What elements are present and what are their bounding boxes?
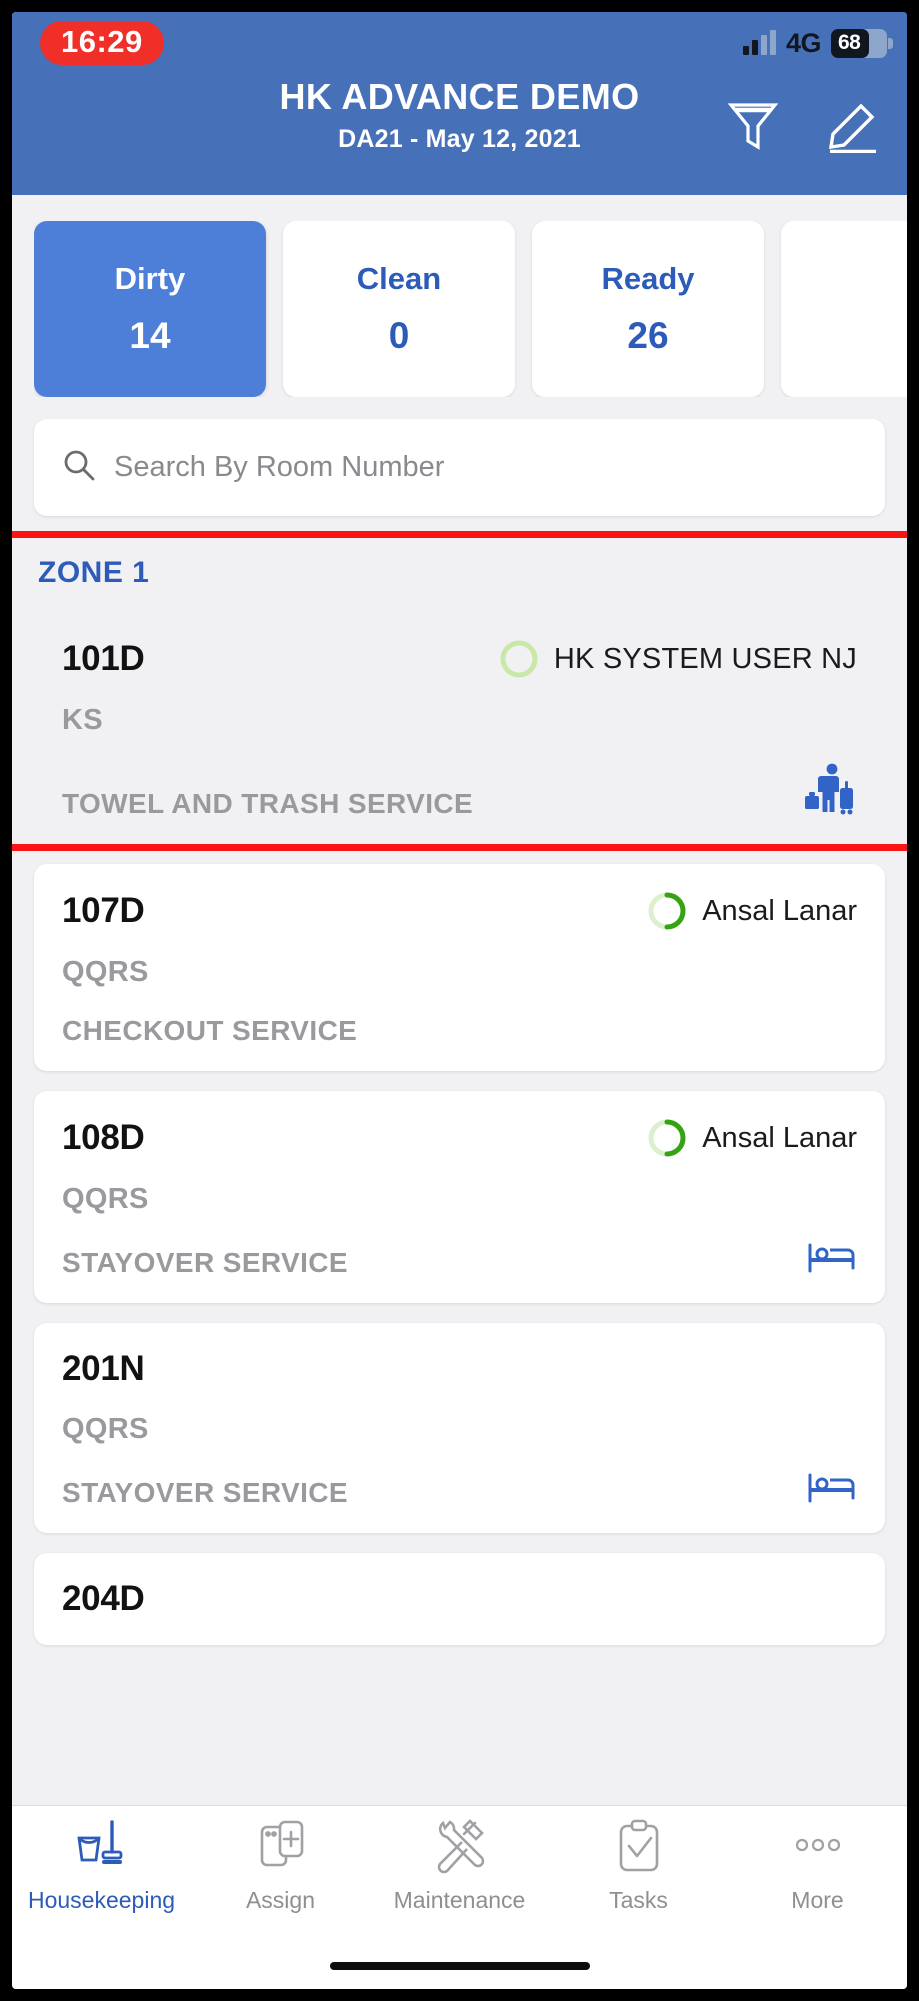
guest-luggage-icon (803, 763, 857, 820)
tab-label: Ready (601, 261, 695, 296)
progress-ring-icon (498, 638, 540, 680)
tab-count: 26 (627, 315, 669, 356)
room-card-101D[interactable]: 101D HK SYSTEM USER NJ KS TOWEL AND TRAS… (34, 612, 885, 844)
assignee-name: HK SYSTEM USER NJ (553, 642, 857, 675)
room-service-type: STAYOVER SERVICE (62, 1247, 348, 1278)
tab-label: Clean (356, 261, 442, 296)
nav-item-maintenance[interactable]: Maintenance (370, 1818, 549, 1914)
phone-screen: 16:29 4G 68 HK ADVANCE DEMO DA21 - May 1… (12, 12, 907, 1989)
status-bar: 16:29 4G 68 (12, 12, 907, 74)
wrench-hammer-icon (431, 1818, 489, 1879)
assignee-name: Ansal Lanar (702, 1121, 857, 1154)
room-code: QQRS (62, 956, 149, 988)
room-number: 204D (62, 1579, 145, 1618)
nav-label: Assign (245, 1887, 316, 1913)
home-indicator[interactable] (329, 1962, 590, 1970)
room-card-107D[interactable]: 107D Ansal Lanar QQRS CHECKOUT SERVICE (34, 864, 885, 1071)
battery-icon: 68 (831, 28, 893, 58)
ellipsis-icon (789, 1818, 847, 1879)
nav-item-housekeeping[interactable]: Housekeeping (12, 1818, 191, 1914)
room-code: QQRS (62, 1413, 149, 1445)
tab-count: 14 (129, 315, 171, 356)
room-number: 201N (62, 1349, 145, 1388)
status-bar-time: 16:29 (40, 20, 164, 66)
network-type-label: 4G (785, 27, 822, 58)
room-code: KS (62, 704, 103, 736)
bed-icon (807, 1472, 857, 1509)
room-card-201N[interactable]: 201N QQRS STAYOVER SERVICE (34, 1323, 885, 1533)
room-assignee: HK SYSTEM USER NJ (498, 638, 857, 680)
room-service-type: STAYOVER SERVICE (62, 1477, 348, 1508)
nav-label: More (791, 1887, 844, 1913)
nav-label: Tasks (609, 1887, 668, 1913)
room-list-scroll-area[interactable]: ZONE 1 101D HK SYSTEM USER NJ KS (12, 419, 907, 1805)
zone-section-highlighted: ZONE 1 101D HK SYSTEM USER NJ KS TOWEL A… (12, 531, 907, 851)
tab-clean[interactable]: Clean 0 (283, 221, 515, 397)
room-code: QR (62, 1643, 857, 1645)
room-card-204D[interactable]: 204D QR (34, 1553, 885, 1645)
bottom-navigation: Housekeeping Assign Maintenance Tasks Mo… (12, 1805, 907, 1943)
nav-item-more[interactable]: More (728, 1818, 907, 1914)
search-bar[interactable] (34, 419, 885, 516)
tab-ready[interactable]: Ready 26 (532, 221, 764, 397)
battery-percent-label: 68 (838, 31, 861, 54)
nav-label: Housekeeping (27, 1887, 176, 1913)
home-indicator-area (12, 1943, 907, 1989)
nav-item-assign[interactable]: Assign (191, 1818, 370, 1914)
room-code: QQRS (62, 1183, 149, 1215)
status-tabs-bar: Dirty 14 Clean 0 Ready 26 D (12, 195, 907, 419)
room-number: 101D (62, 639, 145, 678)
assignee-name: Ansal Lanar (702, 894, 857, 927)
pencil-edit-icon[interactable] (825, 97, 881, 153)
room-assignee: Ansal Lanar (646, 1117, 857, 1159)
status-tabs-scroller[interactable]: Dirty 14 Clean 0 Ready 26 D (34, 221, 907, 397)
search-icon (62, 448, 96, 487)
room-service-type: TOWEL AND TRASH SERVICE (62, 788, 474, 819)
tab-label: Dirty (114, 261, 186, 296)
room-card-108D[interactable]: 108D Ansal Lanar QQRS STAYOVER SERVICE (34, 1091, 885, 1303)
progress-ring-icon (646, 890, 688, 932)
progress-ring-icon (646, 1117, 688, 1159)
room-number: 108D (62, 1118, 145, 1157)
bed-icon (807, 1242, 857, 1279)
nav-item-tasks[interactable]: Tasks (549, 1818, 728, 1914)
search-input[interactable] (114, 451, 857, 484)
room-assignee: Ansal Lanar (646, 890, 857, 932)
nav-label: Maintenance (393, 1887, 526, 1913)
clipboard-check-icon (613, 1818, 665, 1879)
mop-bucket-icon (74, 1818, 130, 1879)
tab-partial-next[interactable]: D (781, 221, 907, 397)
room-number: 107D (62, 891, 145, 930)
zone-title: ZONE 1 (38, 556, 150, 589)
signal-bars-icon (742, 30, 776, 55)
room-service-type: CHECKOUT SERVICE (62, 1015, 358, 1046)
assign-plus-icon (253, 1818, 309, 1879)
app-header: 16:29 4G 68 HK ADVANCE DEMO DA21 - May 1… (12, 12, 907, 195)
filter-funnel-icon[interactable] (727, 97, 779, 153)
tab-dirty[interactable]: Dirty 14 (34, 221, 266, 397)
tab-count: 0 (388, 315, 410, 356)
